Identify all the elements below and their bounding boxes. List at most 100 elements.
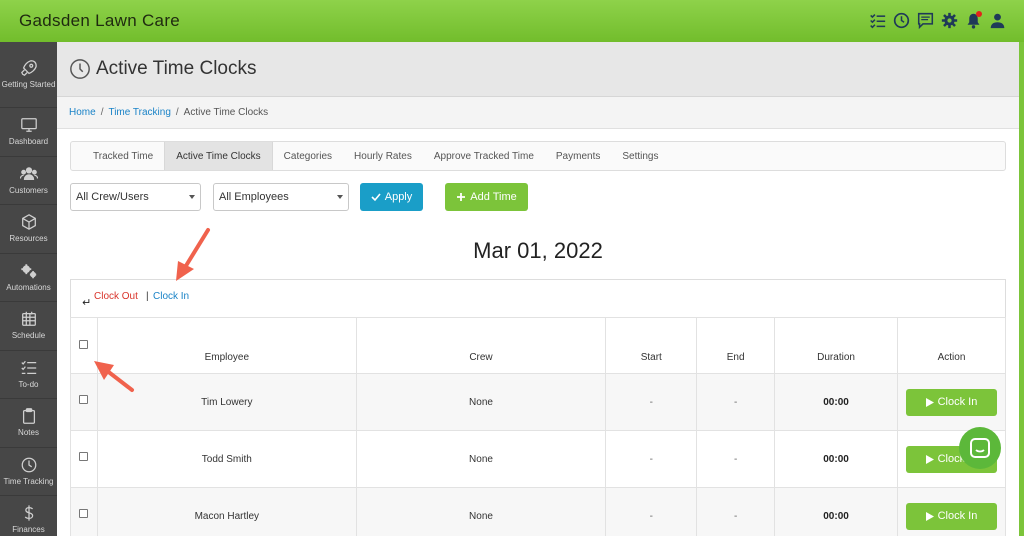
employee-cell: Tim Lowery xyxy=(96,373,357,431)
table-row: Tim Lowery None - - 00:00 Clock In xyxy=(70,373,1007,431)
top-icons xyxy=(868,9,1006,31)
sidebar-item-dashboard[interactable]: Dashboard xyxy=(0,108,57,157)
sidebar-item-label: Time Tracking xyxy=(3,476,54,486)
row-checkbox-cell xyxy=(70,487,98,536)
tab-settings[interactable]: Settings xyxy=(611,142,669,170)
table-row: Todd Smith None - - 00:00 Clock In xyxy=(70,430,1007,488)
time-clocks-table: Employee Crew Start End Duration Action … xyxy=(70,317,1007,536)
crew-select-value: All Crew/Users xyxy=(76,191,149,203)
add-time-button-label: Add Time xyxy=(470,191,517,203)
clock-icon[interactable] xyxy=(892,9,910,31)
row-checkbox[interactable] xyxy=(79,395,89,404)
chat-icon xyxy=(970,438,990,458)
select-all-checkbox[interactable] xyxy=(79,339,89,349)
bulk-clock-in-link[interactable]: Clock In xyxy=(153,291,189,302)
monitor-icon xyxy=(20,118,37,133)
start-cell: - xyxy=(605,487,698,536)
start-cell: - xyxy=(605,373,698,431)
start-cell: - xyxy=(605,430,698,488)
calendar-icon xyxy=(21,312,36,327)
duration-cell: 00:00 xyxy=(774,430,898,488)
add-time-button[interactable]: Add Time xyxy=(445,183,528,211)
row-checkbox-cell xyxy=(70,430,98,488)
sidebar-item-customers[interactable]: Customers xyxy=(0,157,57,205)
sidebar-item-getting-started[interactable]: Getting Started xyxy=(0,42,57,108)
dollar-icon xyxy=(24,505,33,521)
clipboard-icon xyxy=(22,408,35,425)
end-cell: - xyxy=(696,430,776,488)
action-cell: Clock In xyxy=(896,487,1007,536)
user-icon[interactable] xyxy=(988,9,1006,31)
tab-active-time-clocks[interactable]: Active Time Clocks xyxy=(164,142,273,170)
tab-approve-tracked-time[interactable]: Approve Tracked Time xyxy=(423,142,545,170)
column-header-start: Start xyxy=(605,317,698,374)
tab-payments[interactable]: Payments xyxy=(545,142,611,170)
gear-icon[interactable] xyxy=(940,9,958,31)
employee-select-value: All Employees xyxy=(219,191,289,203)
table-row: Macon Hartley None - - 00:00 Clock In xyxy=(70,487,1007,536)
sidebar-item-notes[interactable]: Notes xyxy=(0,399,57,448)
column-header-action: Action xyxy=(896,317,1007,374)
play-icon xyxy=(925,511,934,521)
crew-cell: None xyxy=(355,487,607,536)
clock-in-button[interactable]: Clock In xyxy=(905,388,997,416)
sidebar-item-label: Automations xyxy=(6,282,51,292)
breadcrumb: Home / Time Tracking / Active Time Clocks xyxy=(69,107,268,118)
sidebar-item-label: Getting Started xyxy=(1,80,56,89)
sidebar-item-time-tracking[interactable]: Time Tracking xyxy=(0,448,57,496)
tab-tracked-time[interactable]: Tracked Time xyxy=(71,142,164,170)
clock-icon xyxy=(21,457,36,473)
crew-cell: None xyxy=(355,430,607,488)
end-cell: - xyxy=(696,373,776,431)
checkmark-icon xyxy=(371,193,381,202)
table-header-row: Employee Crew Start End Duration Action xyxy=(70,317,1007,374)
breadcrumb-separator: / xyxy=(175,107,179,118)
bell-icon[interactable] xyxy=(964,9,982,31)
breadcrumb-separator: / xyxy=(100,107,104,118)
right-edge-bar xyxy=(1019,42,1024,536)
sidebar-item-label: Finances xyxy=(12,525,45,535)
box-icon xyxy=(21,214,36,231)
sidebar-item-to-do[interactable]: To-do xyxy=(0,351,57,399)
chevron-down-icon xyxy=(337,195,343,199)
column-header-crew: Crew xyxy=(355,317,607,374)
users-icon xyxy=(19,167,38,180)
sidebar-item-label: Dashboard xyxy=(8,137,49,147)
row-checkbox[interactable] xyxy=(79,509,89,518)
clock-icon xyxy=(70,59,90,79)
column-header-employee: Employee xyxy=(96,317,357,374)
crew-cell: None xyxy=(355,373,607,431)
column-header-duration: Duration xyxy=(774,317,898,374)
bulk-clock-out-link[interactable]: Clock Out xyxy=(94,291,138,302)
date-heading: Mar 01, 2022 xyxy=(473,238,603,263)
sidebar-item-schedule[interactable]: Schedule xyxy=(0,302,57,351)
apply-button-label: Apply xyxy=(384,191,413,203)
sidebar-item-finances[interactable]: Finances xyxy=(0,496,57,536)
page-title: Active Time Clocks xyxy=(96,58,257,79)
sidebar: Getting Started Dashboard Customers Reso… xyxy=(0,42,57,536)
end-cell: - xyxy=(696,487,776,536)
breadcrumb-home-link[interactable]: Home xyxy=(69,107,96,118)
apply-button[interactable]: Apply xyxy=(360,183,423,211)
select-all-cell xyxy=(70,317,98,374)
plus-icon xyxy=(457,193,466,201)
crew-select[interactable]: All Crew/Users xyxy=(70,183,201,211)
arrow-return-icon: ↵ xyxy=(82,297,92,309)
employee-cell: Macon Hartley xyxy=(96,487,357,536)
breadcrumb-current: Active Time Clocks xyxy=(183,107,269,118)
tab-categories[interactable]: Categories xyxy=(273,142,343,170)
column-header-end: End xyxy=(696,317,776,374)
sidebar-item-label: To-do xyxy=(18,379,39,389)
row-checkbox[interactable] xyxy=(79,452,89,461)
chat-support-button[interactable] xyxy=(959,427,1001,469)
checklist-icon[interactable] xyxy=(868,9,886,31)
chat-icon[interactable] xyxy=(916,9,934,31)
brand-name[interactable]: Gadsden Lawn Care xyxy=(19,11,180,31)
clock-in-button[interactable]: Clock In xyxy=(905,502,997,530)
clock-in-button-label: Clock In xyxy=(937,396,978,408)
tab-hourly-rates[interactable]: Hourly Rates xyxy=(343,142,423,170)
notification-dot xyxy=(976,11,982,17)
employee-select[interactable]: All Employees xyxy=(213,183,349,211)
breadcrumb-time-tracking-link[interactable]: Time Tracking xyxy=(108,107,170,118)
bulk-actions-separator: | xyxy=(146,291,149,302)
